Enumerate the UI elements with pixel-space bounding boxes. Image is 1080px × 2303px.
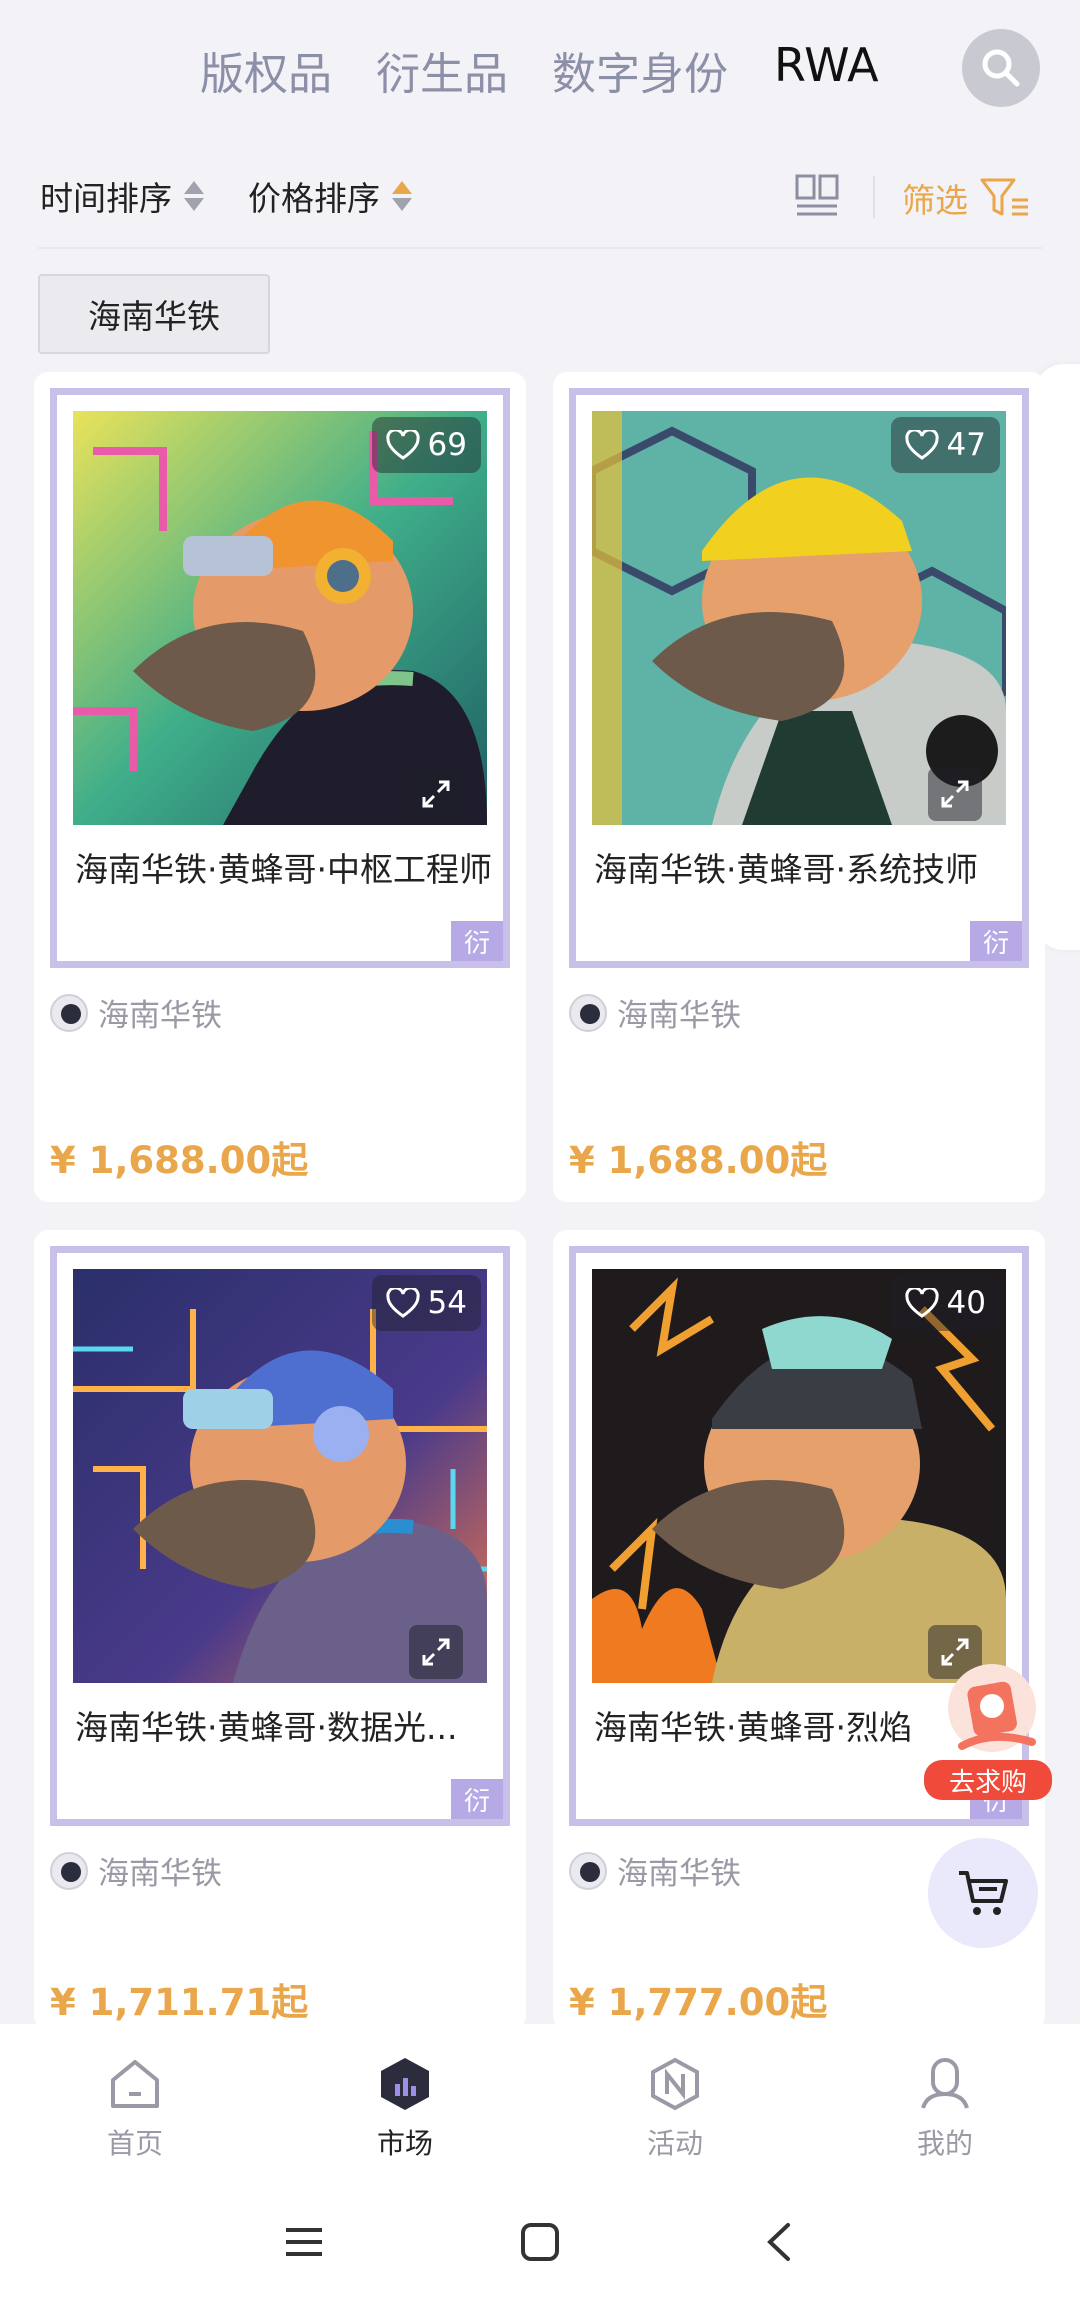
search-icon	[982, 49, 1020, 87]
expand-button[interactable]	[928, 767, 982, 821]
tab-rwa[interactable]: RWA	[774, 38, 879, 92]
price: ¥ 1,777.00起	[569, 1981, 828, 2024]
top-tab-bar: 版权品 衍生品 数字身份 RWA	[0, 0, 1080, 135]
expand-button[interactable]	[409, 767, 463, 821]
issuer-name: 海南华铁	[98, 1856, 222, 1892]
filter-button[interactable]: 筛选	[902, 174, 1030, 222]
nav-mine[interactable]: 我的	[875, 2056, 1015, 2162]
time-sort-button[interactable]: 时间排序	[40, 172, 204, 220]
like-count: 40	[946, 1285, 986, 1321]
tab-copyright[interactable]: 版权品	[200, 38, 332, 102]
issuer-filter-chip[interactable]: 海南华铁	[38, 274, 270, 354]
want-to-buy-button[interactable]: 去求购	[922, 1650, 1052, 1800]
product-image	[73, 411, 487, 825]
issuer: 海南华铁	[50, 1848, 222, 1893]
product-image	[592, 411, 1006, 825]
nav-activity[interactable]: 活动	[605, 2056, 745, 2162]
expand-icon	[941, 780, 969, 808]
nav-home[interactable]: 首页	[65, 2056, 205, 2162]
issuer: 海南华铁	[569, 1848, 741, 1893]
cart-icon	[959, 1871, 1008, 1915]
like-counter[interactable]: 54	[371, 1275, 481, 1331]
filter-icon	[980, 178, 1028, 216]
expand-button[interactable]	[409, 1625, 463, 1679]
issuer-avatar	[50, 1851, 88, 1890]
issuer-avatar	[569, 1851, 607, 1890]
like-counter[interactable]: 69	[371, 417, 481, 473]
product-image	[592, 1269, 1006, 1683]
card-title: 海南华铁·黄蜂哥·中枢工程师	[75, 850, 492, 889]
sort-arrows-icon	[392, 181, 412, 211]
card-title: 海南华铁·黄蜂哥·系统技师	[594, 850, 978, 889]
card-frame: 54 海南华铁·黄蜂哥·数据光... 衍	[50, 1246, 510, 1826]
divider	[873, 176, 875, 218]
like-count: 69	[427, 427, 467, 463]
cart-button[interactable]	[928, 1838, 1038, 1948]
issuer: 海南华铁	[569, 990, 741, 1035]
issuer-name: 海南华铁	[617, 998, 741, 1034]
nav-market-label: 市场	[376, 2127, 433, 2160]
issuer-name: 海南华铁	[617, 1856, 741, 1892]
product-card[interactable]: 69 海南华铁·黄蜂哥·中枢工程师 衍 海南华铁 ¥ 1,688.00起	[34, 372, 526, 1202]
sort-arrows-icon	[184, 181, 204, 211]
expand-icon	[422, 1638, 450, 1666]
sort-bar: 时间排序 价格排序 筛选	[0, 150, 1080, 250]
back-icon[interactable]	[760, 2222, 800, 2262]
nav-mine-label: 我的	[916, 2127, 973, 2160]
derivative-badge: 衍	[451, 1779, 503, 1819]
profile-icon	[921, 2058, 969, 2109]
price-sort-label: 价格排序	[248, 179, 380, 218]
issuer-name: 海南华铁	[98, 998, 222, 1034]
price: ¥ 1,688.00起	[50, 1139, 309, 1182]
issuer-avatar	[50, 993, 88, 1032]
derivative-badge: 衍	[970, 921, 1022, 961]
card-frame: 47 海南华铁·黄蜂哥·系统技师 衍	[569, 388, 1029, 968]
like-counter[interactable]: 40	[890, 1275, 1000, 1331]
menu-icon[interactable]	[284, 2222, 324, 2262]
system-nav-bar	[0, 2184, 1080, 2303]
activity-icon	[651, 2057, 699, 2111]
price: ¥ 1,688.00起	[569, 1139, 828, 1182]
issuer: 海南华铁	[50, 990, 222, 1035]
product-card[interactable]: 47 海南华铁·黄蜂哥·系统技师 衍 海南华铁 ¥ 1,688.00起	[553, 372, 1045, 1202]
home-square-icon[interactable]	[520, 2222, 560, 2262]
home-icon	[111, 2060, 159, 2108]
issuer-avatar	[569, 993, 607, 1032]
price-sort-button[interactable]: 价格排序	[248, 172, 412, 220]
layout-toggle-icon[interactable]	[795, 174, 839, 218]
derivative-badge: 衍	[451, 921, 503, 961]
tab-digital-identity[interactable]: 数字身份	[552, 38, 728, 102]
price: ¥ 1,711.71起	[50, 1981, 309, 2024]
heart-icon	[904, 1288, 939, 1318]
card-title: 海南华铁·黄蜂哥·数据光...	[75, 1708, 458, 1747]
heart-icon	[904, 430, 939, 460]
heart-icon	[385, 1288, 420, 1318]
search-button[interactable]	[962, 29, 1040, 107]
like-count: 54	[427, 1285, 467, 1321]
tab-derivative[interactable]: 衍生品	[376, 38, 508, 102]
nav-activity-label: 活动	[646, 2127, 703, 2160]
sort-divider	[38, 247, 1042, 249]
expand-icon	[422, 780, 450, 808]
nav-market[interactable]: 市场	[335, 2056, 475, 2162]
hand-coin-icon	[948, 1664, 1036, 1752]
card-frame: 69 海南华铁·黄蜂哥·中枢工程师 衍	[50, 388, 510, 968]
heart-icon	[385, 430, 420, 460]
product-image	[73, 1269, 487, 1683]
market-icon	[381, 2058, 429, 2110]
product-card[interactable]: 54 海南华铁·黄蜂哥·数据光... 衍 海南华铁 ¥ 1,711.71起	[34, 1230, 526, 2030]
like-count: 47	[946, 427, 986, 463]
want-to-buy-label: 去求购	[924, 1760, 1052, 1800]
like-counter[interactable]: 47	[890, 417, 1000, 473]
nav-home-label: 首页	[106, 2127, 163, 2160]
filter-label: 筛选	[902, 181, 968, 220]
time-sort-label: 时间排序	[40, 179, 172, 218]
bottom-nav: 首页 市场 活动 我的	[0, 2024, 1080, 2184]
